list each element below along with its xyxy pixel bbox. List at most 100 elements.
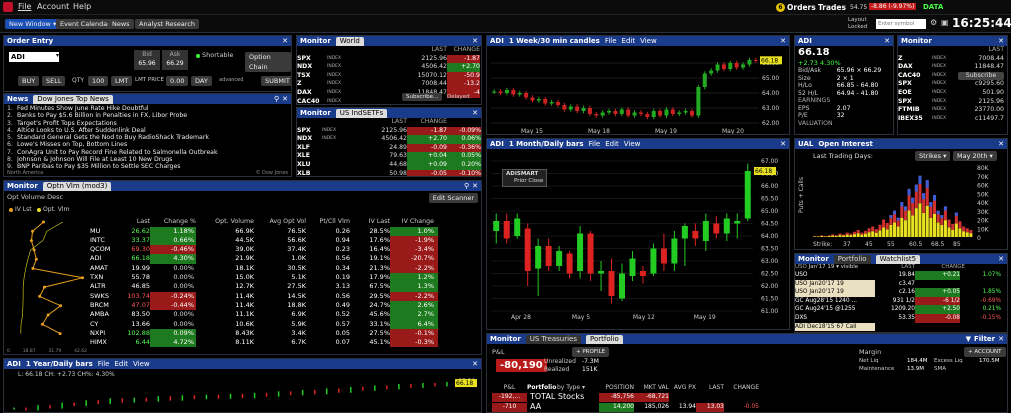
settings-icon[interactable]: ⚙ [930,18,937,27]
limit-price-input[interactable]: 0.00 [166,76,189,86]
close-icon[interactable]: ✕ [884,37,890,45]
table-row[interactable]: NDX INDEX 4506.42 +2.70 0.06% [297,135,481,144]
profile-button[interactable]: + PROFILE [572,347,610,357]
chart-week-plot[interactable]: 66.0065.0064.0063.0062.0066.18May 15May … [487,46,789,134]
trades-link[interactable]: Trades [818,3,846,12]
table-row[interactable]: XLE 79.63 +0.04 0.05% [297,152,481,161]
table-row[interactable]: SPX INDEX c9295.60 [898,80,1007,89]
order-symbol-input[interactable]: ADI [9,52,59,62]
table-row[interactable]: MU 26.62 1.18% 66.9K 76.5K 0.26 28.5% 1.0% [90,226,480,236]
close-icon[interactable]: ✕ [998,335,1004,343]
table-row[interactable]: Z INDEX 7008.44 -13.2 [297,80,481,89]
table-row[interactable]: HIMX 6.44 4.72% 8.11K 6.7K 0.07 45.1% -0.3% [90,338,480,348]
tif-select[interactable]: DAY [191,76,212,86]
table-row[interactable]: NDX INDEX 4506.42 +2.70 [297,63,481,72]
table-row[interactable]: SPX INDEX 2125.96 [898,98,1007,107]
table-row[interactable]: TXN 55.78 0.00% 15.0K 5.1K 0.19 17.9% 1.2% [90,273,480,283]
news-headline[interactable]: 3. Target's Profit Tops Expectations [7,120,288,127]
tab-portfolio[interactable]: Portfolio [833,254,871,264]
table-row[interactable]: GC Aug24'15 @1255 1209.20 +2.50 0.21% [795,305,1007,314]
table-row[interactable]: XLU 44.68 +0.09 0.20% [297,160,481,170]
table-row[interactable]: XLF 24.89 -0.09 -0.36% [297,143,481,153]
subscribe-button[interactable]: Subscribe... [402,93,443,101]
link-icon[interactable]: ⚲ [274,95,279,103]
news-headline[interactable]: 8. Johnson & Johnson Will File at Least 1… [7,156,288,163]
chart-month-menu-edit[interactable]: Edit [605,140,619,148]
close-icon[interactable]: ✕ [998,140,1004,148]
table-row[interactable]: TSX INDEX 15070.12 -50.9 [297,71,481,81]
tab-optn-vlm[interactable]: Optn Vlm (mod3) [42,181,112,191]
close-icon[interactable]: ✕ [472,37,478,45]
table-row[interactable]: NXPI 102.88 0.09% 8.43K 3.4K 0.05 27.5% -0.1% [90,328,480,339]
table-row[interactable]: DAX INDEX 11848.47 [898,63,1007,72]
chart-month-menu-file[interactable]: File [588,140,600,148]
order-type-select[interactable]: LMT [111,76,133,86]
quantity-input[interactable]: 100 [88,76,109,86]
table-row[interactable]: CAC40 INDEX Subscribe [898,71,1007,81]
table-row[interactable]: XLB 50.98 -0.05 -0.10% [297,169,481,176]
tab-us-treasuries[interactable]: US Treasuries [525,334,581,344]
chart-week-period[interactable]: 1 Week/30 min candles [509,37,600,45]
close-icon[interactable]: ✕ [472,360,478,368]
chart-week-menu-file[interactable]: File [605,37,617,45]
menu-account[interactable]: Account [37,2,69,11]
news-headline[interactable]: 6. Lowe's Misses on Top, Bottom Lines [7,141,288,148]
link-icon[interactable]: ⚲ [464,182,469,190]
chart-year-menu-view[interactable]: View [133,360,150,368]
lock-icon[interactable]: ▣ [941,18,949,27]
bid-box[interactable]: Bid 65.96 [134,50,160,70]
news-headline[interactable]: 5. Standard General Gets the Nod to Buy R… [7,134,288,141]
close-icon[interactable]: ✕ [282,95,288,103]
close-icon[interactable]: ✕ [780,37,786,45]
layout-locked-label[interactable]: Layout Locked [848,17,874,31]
chart-week-menu-edit[interactable]: Edit [622,37,636,45]
menu-file[interactable]: File [18,2,31,11]
table-row[interactable]: Z INDEX 7008.44 [898,55,1007,64]
table-row[interactable]: SPX INDEX 2125.96 -1.87 [297,54,481,64]
ask-box[interactable]: Ask 66.29 [162,50,188,70]
news-headline[interactable]: 2. Banks to Pay $5.6 Billion in Penalties… [7,112,288,119]
analyst-research-button[interactable]: Analyst Research [135,19,200,29]
tab-portfolio-account[interactable]: Portfolio [586,334,623,344]
close-icon[interactable]: ✕ [780,140,786,148]
chart-month-menu-view[interactable]: View [624,140,641,148]
add-account-button[interactable]: + ACCOUNT [964,347,1006,357]
symbol-search-input[interactable]: Enter symbol [876,19,926,29]
table-row[interactable]: ADI Dec18'15 67 Call [795,322,1007,332]
table-row[interactable]: FTMIB INDEX 23770.00 [898,106,1007,115]
study-box[interactable]: ADISMART Prior Close [502,169,548,187]
table-row[interactable]: QCOM 69.30 -0.46% 39.0K 37.4K 0.23 16.4% -3.4% [90,245,480,255]
table-row[interactable]: USO Jan20'17 19 c2.16 +0.05 1.85% [795,288,1007,297]
close-icon[interactable]: ✕ [998,37,1004,45]
news-headline[interactable]: 4. Altice Looks to U.S. After Suddenlink … [7,127,288,134]
table-row[interactable]: USO Jan20'17 19 c3.47 [795,279,1007,289]
chart-year-period[interactable]: 1 Year/Daily bars [26,360,93,368]
portfolio-position-row[interactable]: -710 AA 14,200 185,026 13.94 13.03 -0.05 [492,403,792,412]
portfolio-total-row[interactable]: -192,... TOTAL Stocks -85,756 -68,721 [492,393,792,402]
chart-month-period[interactable]: 1 Month/Daily bars [509,140,584,148]
chart-year-menu-file[interactable]: File [98,360,110,368]
sell-button[interactable]: SELL [42,76,66,86]
table-row[interactable]: INTC 33.37 0.66% 44.5K 56.6K 0.94 17.6% -1.9% [90,235,480,246]
orders-link[interactable]: Orders [787,3,816,12]
submit-button[interactable]: SUBMIT [261,76,291,86]
table-row[interactable]: EOE INDEX 501.90 [898,89,1007,98]
menu-help[interactable]: Help [73,2,91,11]
close-icon[interactable]: ✕ [282,37,288,45]
order-symbol-dropdown-icon[interactable]: ▾ [56,52,59,59]
table-row[interactable]: AMAT 19.99 0.00% 18.1K 30.5K 0.34 21.3% -2.2% [90,263,480,274]
table-row[interactable]: CY 13.66 0.00% 10.6K 5.9K 0.57 33.1% 6.4% [90,319,480,329]
chart-year-menu-edit[interactable]: Edit [114,360,128,368]
tab-dow-jones[interactable]: Dow Jones Top News [33,94,113,104]
oi-date-select[interactable]: May 20th ▾ [953,151,997,161]
table-row[interactable]: IBEX35 INDEX c11497.7 [898,115,1007,124]
new-window-button[interactable]: New Window ▾ [5,19,61,29]
table-row[interactable]: SWKS 103.74 -0.24% 11.4K 14.5K 0.56 29.5% -2.2% [90,291,480,301]
filter-label[interactable]: Filter [974,335,995,343]
table-row[interactable]: ADI 66.18 4.30% 21.9K 1.0K 0.56 19.1% -20.7% [90,254,480,264]
chart-year-plot[interactable]: 67.5066.18 [4,369,481,413]
tab-world[interactable]: World [335,36,364,46]
option-chain-button[interactable]: Option Chain [245,52,291,72]
news-headline[interactable]: 1. Fed Minutes Show June Rate Hike Doubtf… [7,105,288,112]
news-headline[interactable]: 9. BNP Paribas to Pay $35 Million to Sett… [7,163,288,170]
